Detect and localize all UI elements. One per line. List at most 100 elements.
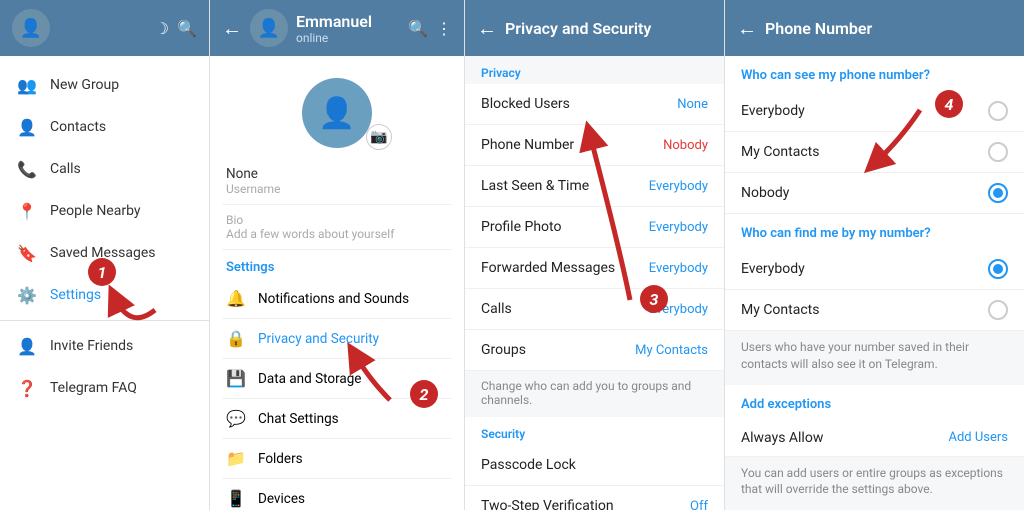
radio-circle-contacts-find xyxy=(988,300,1008,320)
chats-content: 👤 📷 None Username Bio Add a few words ab… xyxy=(210,56,464,510)
profile-avatar-area: 👤 📷 xyxy=(222,68,452,158)
user-info: Emmanuel online xyxy=(296,12,400,45)
chats-header-icons: 🔍 ⋮ xyxy=(408,19,452,38)
privacy-groups-note: Change who can add you to groups and cha… xyxy=(465,371,724,417)
twostep-label: Two-Step Verification xyxy=(481,498,614,510)
photo-label: Profile Photo xyxy=(481,219,561,235)
new-group-icon: 👥 xyxy=(16,74,38,96)
sidebar-item-faq[interactable]: ❓ Telegram FAQ xyxy=(0,367,209,409)
privacy-header: ← Privacy and Security xyxy=(465,0,724,56)
user-avatar: 👤 xyxy=(12,9,50,47)
username-field: None Username xyxy=(222,158,452,205)
privacy-item-blocked[interactable]: Blocked Users None xyxy=(465,84,724,125)
sidebar-item-label: Telegram FAQ xyxy=(50,380,137,396)
passcode-label: Passcode Lock xyxy=(481,457,576,473)
sidebar-item-people-nearby[interactable]: 📍 People Nearby xyxy=(0,190,209,232)
sidebar-item-label: Calls xyxy=(50,161,81,177)
everybody-find-label: Everybody xyxy=(741,261,805,277)
radio-circle-everybody-find xyxy=(988,259,1008,279)
settings-section-title: Settings xyxy=(222,250,452,279)
phone-label: Phone Number xyxy=(481,137,574,153)
settings-icon: ⚙️ xyxy=(16,284,38,306)
search-icon[interactable]: 🔍 xyxy=(408,19,428,38)
chat-icon: 💬 xyxy=(226,409,246,428)
radio-everybody-find[interactable]: Everybody xyxy=(725,249,1024,290)
settings-item-privacy[interactable]: 🔒 Privacy and Security xyxy=(222,319,452,359)
privacy-item-passcode[interactable]: Passcode Lock xyxy=(465,445,724,486)
username-value: None xyxy=(226,166,448,182)
phone-header: ← Phone Number xyxy=(725,0,1024,56)
badge-2: 2 xyxy=(410,380,438,408)
settings-item-folders[interactable]: 📁 Folders xyxy=(222,439,452,479)
phone-value: Nobody xyxy=(663,138,708,153)
groups-value: My Contacts xyxy=(635,343,708,358)
bio-placeholder: Add a few words about yourself xyxy=(226,227,448,241)
contacts-find-label: My Contacts xyxy=(741,302,819,318)
moon-icon[interactable]: ☽ xyxy=(155,19,169,38)
privacy-item-calls[interactable]: Calls Everybody xyxy=(465,289,724,330)
radio-contacts-find[interactable]: My Contacts xyxy=(725,290,1024,331)
nobody-see-label: Nobody xyxy=(741,185,789,201)
security-section-label: Security xyxy=(465,417,724,445)
devices-icon: 📱 xyxy=(226,489,246,508)
search-icon[interactable]: 🔍 xyxy=(177,19,197,38)
contacts-icon: 👤 xyxy=(16,116,38,138)
settings-item-devices[interactable]: 📱 Devices xyxy=(222,479,452,510)
privacy-icon: 🔒 xyxy=(226,329,246,348)
settings-item-label: Devices xyxy=(258,491,305,507)
radio-circle-contacts-see xyxy=(988,142,1008,162)
privacy-item-groups[interactable]: Groups My Contacts xyxy=(465,330,724,371)
sidebar-item-contacts[interactable]: 👤 Contacts xyxy=(0,106,209,148)
privacy-section-label: Privacy xyxy=(465,56,724,84)
privacy-item-phone[interactable]: Phone Number Nobody xyxy=(465,125,724,166)
badge-3: 3 xyxy=(640,285,668,313)
notifications-icon: 🔔 xyxy=(226,289,246,308)
chats-header: ← 👤 Emmanuel online 🔍 ⋮ xyxy=(210,0,464,56)
phone-content: Who can see my phone number? Everybody M… xyxy=(725,56,1024,510)
forwarded-value: Everybody xyxy=(649,261,708,276)
settings-item-notifications[interactable]: 🔔 Notifications and Sounds xyxy=(222,279,452,319)
blocked-value: None xyxy=(677,97,708,112)
privacy-item-photo[interactable]: Profile Photo Everybody xyxy=(465,207,724,248)
forwarded-label: Forwarded Messages xyxy=(481,260,615,276)
more-icon[interactable]: ⋮ xyxy=(436,19,452,38)
sidebar-item-calls[interactable]: 📞 Calls xyxy=(0,148,209,190)
sidebar-item-label: New Group xyxy=(50,77,119,93)
privacy-content: Privacy Blocked Users None Phone Number … xyxy=(465,56,724,510)
privacy-title: Privacy and Security xyxy=(505,19,712,38)
back-button-privacy[interactable]: ← xyxy=(477,16,497,41)
user-name: Emmanuel xyxy=(296,12,400,31)
menu-divider xyxy=(0,320,209,321)
sidebar-item-invite[interactable]: 👤 Invite Friends xyxy=(0,325,209,367)
privacy-item-lastseen[interactable]: Last Seen & Time Everybody xyxy=(465,166,724,207)
sidebar-header: 👤 ☽ 🔍 xyxy=(0,0,209,56)
add-users-button[interactable]: Add Users xyxy=(948,430,1008,445)
sidebar-item-new-group[interactable]: 👥 New Group xyxy=(0,64,209,106)
back-button[interactable]: ← xyxy=(222,16,242,41)
radio-everybody-see[interactable]: Everybody xyxy=(725,91,1024,132)
privacy-panel: ← Privacy and Security Privacy Blocked U… xyxy=(465,0,725,510)
radio-circle-nobody-see xyxy=(988,183,1008,203)
lastseen-label: Last Seen & Time xyxy=(481,178,589,194)
privacy-item-twostep[interactable]: Two-Step Verification Off xyxy=(465,486,724,510)
radio-circle-everybody-see xyxy=(988,101,1008,121)
back-button-phone[interactable]: ← xyxy=(737,16,757,41)
settings-item-label: Notifications and Sounds xyxy=(258,291,409,307)
always-allow-row[interactable]: Always Allow Add Users xyxy=(725,420,1024,457)
always-allow-label: Always Allow xyxy=(741,430,823,446)
lastseen-value: Everybody xyxy=(649,179,708,194)
privacy-item-forwarded[interactable]: Forwarded Messages Everybody xyxy=(465,248,724,289)
who-can-see-title: Who can see my phone number? xyxy=(725,56,1024,91)
camera-button[interactable]: 📷 xyxy=(366,124,392,150)
sidebar-header-icons: ☽ 🔍 xyxy=(155,19,197,38)
nearby-icon: 📍 xyxy=(16,200,38,222)
radio-contacts-see[interactable]: My Contacts xyxy=(725,132,1024,173)
bio-label: Bio xyxy=(226,213,448,227)
exceptions-note: You can add users or entire groups as ex… xyxy=(725,457,1024,510)
sidebar-item-label: Invite Friends xyxy=(50,338,133,354)
profile-avatar-small: 👤 xyxy=(250,9,288,47)
saved-icon: 🔖 xyxy=(16,242,38,264)
radio-nobody-see[interactable]: Nobody xyxy=(725,173,1024,214)
settings-item-label: Chat Settings xyxy=(258,411,339,427)
settings-item-label: Folders xyxy=(258,451,303,467)
